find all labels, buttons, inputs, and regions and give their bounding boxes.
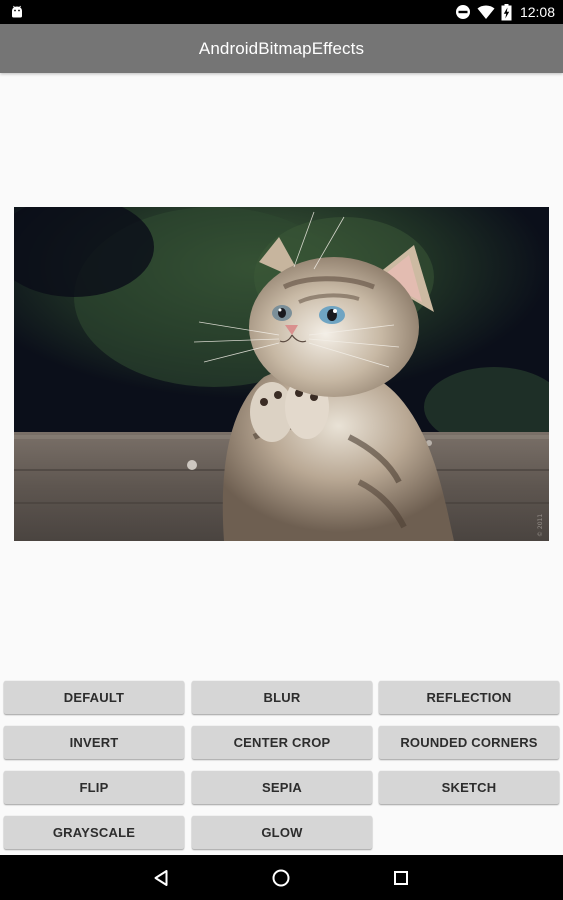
recents-icon [394,870,408,885]
navigation-bar [0,855,563,900]
back-button[interactable] [131,855,191,900]
kitten-image: © 2011 [14,207,549,541]
invert-button[interactable]: INVERT [4,726,184,759]
status-bar: 12:08 [0,0,563,24]
glow-button[interactable]: GLOW [192,816,372,849]
status-time: 12:08 [519,4,555,20]
app-bar: AndroidBitmapEffects [0,24,563,73]
android-debug-icon [12,5,22,18]
app-title: AndroidBitmapEffects [198,38,365,58]
default-button[interactable]: DEFAULT [4,681,184,714]
home-icon [272,869,290,886]
sepia-button[interactable]: SEPIA [192,771,372,804]
status-icons: 12:08 [455,0,555,24]
rounded-corners-button[interactable]: ROUNDED CORNERS [379,726,559,759]
back-icon [154,869,168,886]
svg-text:© 2011: © 2011 [537,514,544,537]
battery-charging-icon [501,3,512,20]
do-not-disturb-icon [455,5,470,19]
grayscale-button[interactable]: GRAYSCALE [4,816,184,849]
sketch-button[interactable]: SKETCH [379,771,559,804]
kitten-praying-photo: © 2011 [14,207,549,541]
home-button[interactable] [251,855,311,900]
reflection-button[interactable]: REFLECTION [379,681,559,714]
wifi-icon [477,5,495,19]
blur-button[interactable]: BLUR [192,681,372,714]
center-crop-button[interactable]: CENTER CROP [192,726,372,759]
recents-button[interactable] [371,855,431,900]
flip-button[interactable]: FLIP [4,771,184,804]
